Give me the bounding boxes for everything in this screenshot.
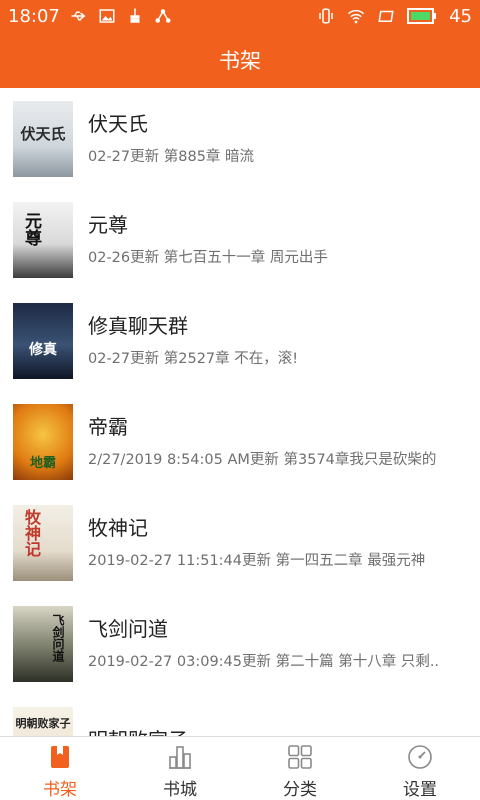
book-title: 飞剑问道 [88,616,168,641]
book-item-feijianwendao[interactable]: 飞剑问道 飞剑问道 2019-02-27 03:09:45更新 第二十篇 第十八… [0,593,480,694]
screen-icon [378,10,394,22]
cover-title: 明朝败家子 [15,716,71,730]
cover-title: 地霸 [29,455,56,471]
status-time: 18:07 [8,5,60,27]
book-cover: 牧神记 [13,504,73,581]
book-update: 02-26更新 第七百五十一章 周元出手 [88,249,328,266]
usb-icon [71,11,86,21]
book-title: 修真聊天群 [88,313,188,338]
bar-chart-icon [169,746,191,769]
page-title: 书架 [219,49,261,73]
book-list[interactable]: 伏天氏 伏天氏 02-27更新 第885章 暗流 元尊 元尊 02-26更新 第… [0,88,480,736]
book-update: 02-27更新 第885章 暗流 [88,148,255,165]
bookmark-icon [51,746,69,768]
book-update: 02-27更新 第2527章 不在，滚! [88,350,299,367]
battery-level: 45 [449,5,472,27]
tab-settings[interactable]: 设置 [360,737,480,800]
book-item-yuanzun[interactable]: 元尊 元尊 02-26更新 第七百五十一章 周元出手 [0,189,480,290]
book-update: 2019-02-27 03:09:45更新 第二十篇 第十八章 只剩.. [88,653,440,670]
book-title: 元尊 [88,212,128,237]
compass-icon [408,745,432,769]
wifi-icon [348,9,365,24]
book-title: 伏天氏 [88,111,148,136]
book-item-xiuzhen[interactable]: 修真 修真聊天群 02-27更新 第2527章 不在，滚! [0,290,480,391]
bottom-tab-bar: 书架 书城 分类 设置 [0,736,480,800]
book-update: 2/27/2019 8:54:05 AM更新 第3574章我只是砍柴的 [88,451,437,468]
tab-label: 书架 [43,780,77,800]
share-network-icon [155,9,171,23]
book-item-mingchao[interactable]: 明朝败家子 明朝败家子 [0,694,480,736]
cover-title: 元尊 [21,211,41,246]
book-title: 帝霸 [88,414,128,439]
tab-bookshelf[interactable]: 书架 [0,737,120,800]
book-item-futianshi[interactable]: 伏天氏 伏天氏 02-27更新 第885章 暗流 [0,88,480,189]
app-bar: 书架 [0,32,480,88]
grid-icon [288,745,312,769]
book-cover: 明朝败家子 [13,706,73,736]
book-update: 2019-02-27 11:51:44更新 第一四五二章 最强元神 [88,552,426,569]
tab-label: 设置 [403,780,437,800]
cover-title: 飞剑问道 [51,613,65,662]
status-bar: 18:07 45 [0,0,480,32]
book-title: 牧神记 [88,515,148,540]
book-title: 明朝败家子 [88,728,460,736]
vibrate-icon [319,8,333,24]
cover-title: 修真 [29,341,57,358]
book-item-mushenji[interactable]: 牧神记 牧神记 2019-02-27 11:51:44更新 第一四五二章 最强元… [0,492,480,593]
book-cover: 修真 [13,302,73,379]
image-icon [99,9,115,23]
tab-bookstore[interactable]: 书城 [120,737,240,800]
cover-title: 伏天氏 [20,124,66,143]
book-cover: 伏天氏 [13,100,73,177]
tab-label: 书城 [163,780,197,800]
book-cover: 地霸 [13,403,73,480]
book-cover: 元尊 [13,201,73,278]
tab-label: 分类 [283,780,317,800]
tab-category[interactable]: 分类 [240,737,360,800]
book-item-diba[interactable]: 地霸 帝霸 2/27/2019 8:54:05 AM更新 第3574章我只是砍柴… [0,391,480,492]
book-cover: 飞剑问道 [13,605,73,682]
cover-title: 牧神记 [22,508,41,557]
broom-icon [130,8,140,23]
battery-icon [407,8,437,24]
